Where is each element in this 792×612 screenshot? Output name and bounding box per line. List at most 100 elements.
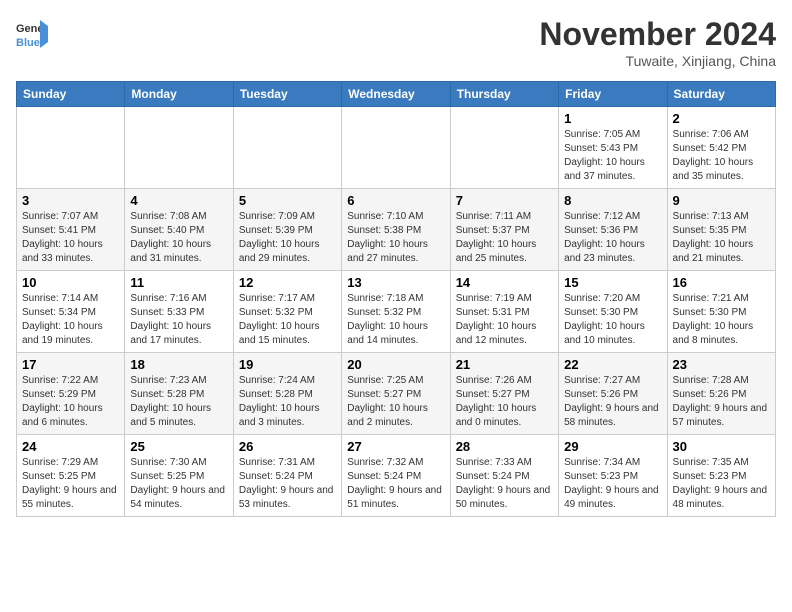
day-cell: 14Sunrise: 7:19 AMSunset: 5:31 PMDayligh… [450, 271, 558, 353]
day-number: 1 [564, 111, 661, 126]
day-cell: 22 Sunrise: 7:27 AMSunset: 5:26 PMDayligh… [559, 353, 667, 435]
day-info: Sunrise: 7:09 AMSunset: 5:39 PMDaylight:… [239, 210, 336, 266]
week-row-5: 24 Sunrise: 7:29 AMSunset: 5:25 PMDayligh… [17, 435, 776, 517]
day-number: 18 [130, 357, 227, 372]
day-number: 30 [673, 439, 770, 454]
day-info: Sunrise: 7:34 AMSunset: 5:23 PMDaylight:… [564, 456, 661, 512]
day-number: 9 [673, 193, 770, 208]
day-number: 8 [564, 193, 661, 208]
title-area: November 2024 Tuwaite, Xinjiang, China [539, 16, 776, 69]
day-number: 25 [130, 439, 227, 454]
day-cell: 4 Sunrise: 7:08 AMSunset: 5:40 PMDaylight… [125, 189, 233, 271]
day-cell: 6 Sunrise: 7:10 AMSunset: 5:38 PMDaylight… [342, 189, 450, 271]
day-cell: 18 Sunrise: 7:23 AMSunset: 5:28 PMDayligh… [125, 353, 233, 435]
location: Tuwaite, Xinjiang, China [539, 53, 776, 69]
day-info: Sunrise: 7:20 AMSunset: 5:30 PMDaylight:… [564, 292, 661, 348]
day-info: Sunrise: 7:30 AMSunset: 5:25 PMDaylight:… [130, 456, 227, 512]
day-info: Sunrise: 7:11 AMSunset: 5:37 PMDaylight:… [456, 210, 553, 266]
day-cell [233, 107, 341, 189]
day-cell: 9 Sunrise: 7:13 AMSunset: 5:35 PMDaylight… [667, 189, 775, 271]
day-cell [342, 107, 450, 189]
day-info: Sunrise: 7:21 AMSunset: 5:30 PMDaylight:… [673, 292, 770, 348]
day-info: Sunrise: 7:33 AMSunset: 5:24 PMDaylight:… [456, 456, 553, 512]
day-cell: 30 Sunrise: 7:35 AMSunset: 5:23 PMDayligh… [667, 435, 775, 517]
day-info: Sunrise: 7:23 AMSunset: 5:28 PMDaylight:… [130, 374, 227, 430]
day-info: Sunrise: 7:13 AMSunset: 5:35 PMDaylight:… [673, 210, 770, 266]
day-number: 19 [239, 357, 336, 372]
day-cell [450, 107, 558, 189]
day-cell [125, 107, 233, 189]
day-info: Sunrise: 7:35 AMSunset: 5:23 PMDaylight:… [673, 456, 770, 512]
day-cell: 3 Sunrise: 7:07 AMSunset: 5:41 PMDaylight… [17, 189, 125, 271]
day-info: Sunrise: 7:05 AMSunset: 5:43 PMDaylight:… [564, 128, 661, 184]
day-number: 6 [347, 193, 444, 208]
day-info: Sunrise: 7:06 AMSunset: 5:42 PMDaylight:… [673, 128, 770, 184]
day-info: Sunrise: 7:16 AMSunset: 5:33 PMDaylight:… [130, 292, 227, 348]
logo: General Blue [16, 16, 48, 52]
day-info: Sunrise: 7:22 AMSunset: 5:29 PMDaylight:… [22, 374, 119, 430]
weekday-header-row: SundayMondayTuesdayWednesdayThursdayFrid… [17, 82, 776, 107]
day-number: 7 [456, 193, 553, 208]
day-cell: 24 Sunrise: 7:29 AMSunset: 5:25 PMDayligh… [17, 435, 125, 517]
day-cell: 21Sunrise: 7:26 AMSunset: 5:27 PMDayligh… [450, 353, 558, 435]
week-row-3: 10 Sunrise: 7:14 AMSunset: 5:34 PMDayligh… [17, 271, 776, 353]
weekday-header-sunday: Sunday [17, 82, 125, 107]
day-cell: 26Sunrise: 7:31 AMSunset: 5:24 PMDayligh… [233, 435, 341, 517]
day-info: Sunrise: 7:27 AMSunset: 5:26 PMDaylight:… [564, 374, 661, 430]
day-info: Sunrise: 7:12 AMSunset: 5:36 PMDaylight:… [564, 210, 661, 266]
day-cell: 7 Sunrise: 7:11 AMSunset: 5:37 PMDaylight… [450, 189, 558, 271]
day-info: Sunrise: 7:07 AMSunset: 5:41 PMDaylight:… [22, 210, 119, 266]
day-number: 10 [22, 275, 119, 290]
day-number: 29 [564, 439, 661, 454]
day-cell: 13 Sunrise: 7:18 AMSunset: 5:32 PMDayligh… [342, 271, 450, 353]
day-cell: 17Sunrise: 7:22 AMSunset: 5:29 PMDayligh… [17, 353, 125, 435]
day-info: Sunrise: 7:08 AMSunset: 5:40 PMDaylight:… [130, 210, 227, 266]
day-number: 23 [673, 357, 770, 372]
day-info: Sunrise: 7:17 AMSunset: 5:32 PMDaylight:… [239, 292, 336, 348]
page-header: General Blue November 2024 Tuwaite, Xinj… [16, 16, 776, 69]
day-cell: 25 Sunrise: 7:30 AMSunset: 5:25 PMDayligh… [125, 435, 233, 517]
day-info: Sunrise: 7:28 AMSunset: 5:26 PMDaylight:… [673, 374, 770, 430]
month-title: November 2024 [539, 16, 776, 53]
day-cell: 16 Sunrise: 7:21 AMSunset: 5:30 PMDayligh… [667, 271, 775, 353]
day-number: 4 [130, 193, 227, 208]
weekday-header-thursday: Thursday [450, 82, 558, 107]
day-cell: 12 Sunrise: 7:17 AMSunset: 5:32 PMDayligh… [233, 271, 341, 353]
day-number: 12 [239, 275, 336, 290]
day-number: 11 [130, 275, 227, 290]
day-cell: 27Sunrise: 7:32 AMSunset: 5:24 PMDayligh… [342, 435, 450, 517]
day-info: Sunrise: 7:25 AMSunset: 5:27 PMDaylight:… [347, 374, 444, 430]
day-number: 5 [239, 193, 336, 208]
day-number: 2 [673, 111, 770, 126]
day-number: 16 [673, 275, 770, 290]
day-info: Sunrise: 7:18 AMSunset: 5:32 PMDaylight:… [347, 292, 444, 348]
week-row-2: 3 Sunrise: 7:07 AMSunset: 5:41 PMDaylight… [17, 189, 776, 271]
day-info: Sunrise: 7:10 AMSunset: 5:38 PMDaylight:… [347, 210, 444, 266]
weekday-header-wednesday: Wednesday [342, 82, 450, 107]
day-cell: 5 Sunrise: 7:09 AMSunset: 5:39 PMDaylight… [233, 189, 341, 271]
day-cell: 29 Sunrise: 7:34 AMSunset: 5:23 PMDayligh… [559, 435, 667, 517]
day-cell: 2 Sunrise: 7:06 AMSunset: 5:42 PMDaylight… [667, 107, 775, 189]
day-number: 22 [564, 357, 661, 372]
day-number: 13 [347, 275, 444, 290]
logo-svg: General Blue [16, 16, 48, 52]
day-cell: 20 Sunrise: 7:25 AMSunset: 5:27 PMDayligh… [342, 353, 450, 435]
day-info: Sunrise: 7:24 AMSunset: 5:28 PMDaylight:… [239, 374, 336, 430]
day-number: 21 [456, 357, 553, 372]
day-cell: 8 Sunrise: 7:12 AMSunset: 5:36 PMDaylight… [559, 189, 667, 271]
day-cell [17, 107, 125, 189]
day-number: 24 [22, 439, 119, 454]
day-cell: 23 Sunrise: 7:28 AMSunset: 5:26 PMDayligh… [667, 353, 775, 435]
day-info: Sunrise: 7:32 AMSunset: 5:24 PMDaylight:… [347, 456, 444, 512]
day-cell: 11 Sunrise: 7:16 AMSunset: 5:33 PMDayligh… [125, 271, 233, 353]
day-cell: 10 Sunrise: 7:14 AMSunset: 5:34 PMDayligh… [17, 271, 125, 353]
day-info: Sunrise: 7:31 AMSunset: 5:24 PMDaylight:… [239, 456, 336, 512]
week-row-4: 17Sunrise: 7:22 AMSunset: 5:29 PMDayligh… [17, 353, 776, 435]
day-cell: 28Sunrise: 7:33 AMSunset: 5:24 PMDayligh… [450, 435, 558, 517]
day-info: Sunrise: 7:14 AMSunset: 5:34 PMDaylight:… [22, 292, 119, 348]
day-info: Sunrise: 7:29 AMSunset: 5:25 PMDaylight:… [22, 456, 119, 512]
weekday-header-friday: Friday [559, 82, 667, 107]
day-number: 20 [347, 357, 444, 372]
day-number: 3 [22, 193, 119, 208]
day-cell: 15Sunrise: 7:20 AMSunset: 5:30 PMDayligh… [559, 271, 667, 353]
